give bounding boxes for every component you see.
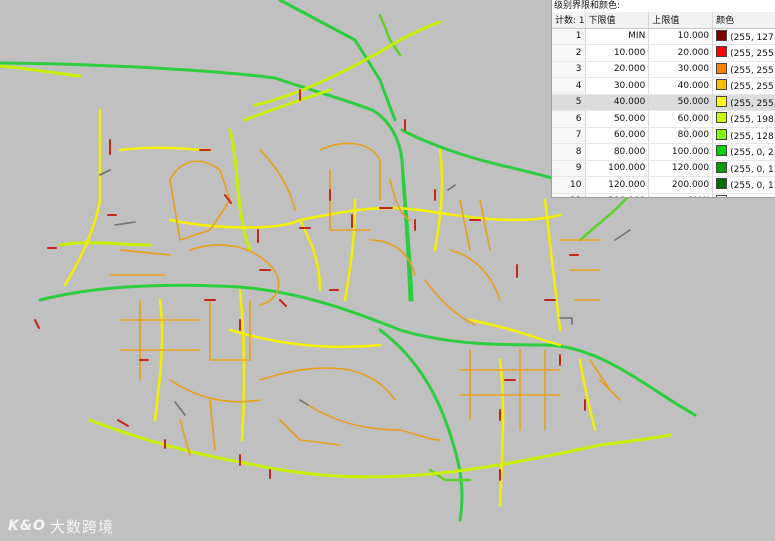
upper-bound: 20.000: [648, 44, 714, 62]
lower-bound: 120.000: [585, 176, 650, 194]
row-index: 1: [552, 28, 586, 45]
class-breaks-table[interactable]: 计数: 11 下限值 上限值 颜色 名 1MIN10.000(255, 127.…: [552, 12, 775, 197]
color-value: (255, 255...: [730, 65, 775, 76]
class-break-row[interactable]: 760.00080.000 (255, 128...: [552, 127, 775, 144]
color-cell[interactable]: (255, 255...: [712, 61, 775, 78]
lower-bound: 100.000: [585, 160, 650, 177]
color-swatch: [716, 46, 728, 58]
class-break-row[interactable]: 210.00020.000 (255, 255...: [552, 44, 775, 62]
color-cell[interactable]: (255, 255...: [712, 77, 775, 95]
color-value: (255, 255...: [730, 98, 775, 109]
color-cell[interactable]: (255, 0, 1...: [712, 160, 775, 177]
color-value: (255, 0, 1...: [730, 164, 775, 175]
color-value: (255, 198...: [730, 115, 775, 126]
color-cell[interactable]: (255, 0, 2...: [712, 143, 775, 161]
row-index: 10: [552, 176, 586, 194]
color-value: (255, 0, 1...: [730, 181, 775, 192]
color-value: (255, 255...: [730, 49, 775, 60]
color-value: (255, 128...: [730, 131, 775, 142]
lower-bound: 30.000: [585, 77, 650, 95]
class-breaks-panel: 级别界限和颜色: 计数: 11 下限值 上限值 颜色 名 1MIN10.000(…: [551, 0, 775, 198]
lower-bound: 200.000: [585, 193, 650, 197]
color-value: (255, 0, 2...: [730, 148, 775, 159]
color-swatch: [716, 194, 728, 197]
lower-bound-header[interactable]: 下限值: [585, 12, 650, 29]
class-break-row[interactable]: 11200.000MAX(255, 255...: [552, 193, 775, 197]
color-cell[interactable]: (255, 0, 1...: [712, 176, 775, 194]
upper-bound: 30.000: [648, 61, 714, 78]
lower-bound: 20.000: [585, 61, 650, 78]
upper-bound-header[interactable]: 上限值: [648, 12, 714, 29]
row-index: 6: [552, 110, 586, 128]
upper-bound: 200.000: [648, 176, 714, 194]
color-swatch: [716, 95, 728, 107]
row-index: 11: [552, 193, 586, 197]
class-break-row[interactable]: 540.00050.000 (255, 255...: [552, 94, 775, 111]
color-cell[interactable]: (255, 128...: [712, 127, 775, 144]
color-value: (255, 127...: [730, 32, 775, 43]
class-break-row[interactable]: 1MIN10.000 (255, 127...: [552, 28, 775, 45]
row-index: 9: [552, 160, 586, 177]
color-swatch: [716, 128, 728, 140]
class-break-row[interactable]: 320.00030.000 (255, 255...: [552, 61, 775, 78]
lower-bound: 60.000: [585, 127, 650, 144]
panel-title: 级别界限和颜色:: [552, 0, 775, 12]
upper-bound: 60.000: [648, 110, 714, 128]
class-break-row[interactable]: 10120.000200.000 (255, 0, 1...: [552, 176, 775, 194]
upper-bound: 50.000: [648, 94, 714, 111]
color-swatch: [716, 112, 728, 124]
color-swatch: [716, 62, 728, 74]
lower-bound: 10.000: [585, 44, 650, 62]
color-cell[interactable]: (255, 255...: [712, 44, 775, 62]
upper-bound: 40.000: [648, 77, 714, 95]
row-index: 4: [552, 77, 586, 95]
class-break-row[interactable]: 9100.000120.000 (255, 0, 1...: [552, 160, 775, 177]
color-cell[interactable]: (255, 198...: [712, 110, 775, 128]
color-value: (255, 255...: [730, 82, 775, 93]
class-break-row[interactable]: 650.00060.000 (255, 198...: [552, 110, 775, 128]
upper-bound: 80.000: [648, 127, 714, 144]
row-index: 7: [552, 127, 586, 144]
watermark: K&O 大数跨境: [8, 516, 114, 536]
color-swatch: [716, 145, 728, 157]
row-index: 8: [552, 143, 586, 161]
brand-name: 大数跨境: [49, 517, 114, 536]
lower-bound: 80.000: [585, 143, 650, 161]
class-break-row[interactable]: 880.000100.000 (255, 0, 2...: [552, 143, 775, 161]
color-cell[interactable]: (255, 255...: [712, 193, 775, 197]
count-header[interactable]: 计数: 11: [552, 12, 586, 29]
local-streets: [109, 142, 621, 456]
row-index: 3: [552, 61, 586, 78]
color-swatch: [716, 178, 728, 190]
upper-bound: MAX: [648, 193, 714, 197]
color-swatch: [716, 79, 728, 91]
brand-logo: K&O: [8, 518, 46, 534]
lower-bound: MIN: [585, 28, 650, 45]
color-swatch: [716, 161, 728, 173]
lower-bound: 50.000: [585, 110, 650, 128]
color-cell[interactable]: (255, 255...: [712, 94, 775, 111]
lower-bound: 40.000: [585, 94, 650, 111]
row-index: 2: [552, 44, 586, 62]
upper-bound: 10.000: [648, 28, 714, 45]
no-data-segments: [99, 169, 631, 416]
color-cell[interactable]: (255, 127...: [712, 28, 775, 45]
upper-bound: 100.000: [648, 143, 714, 161]
color-swatch: [716, 29, 728, 41]
upper-bound: 120.000: [648, 160, 714, 177]
row-index: 5: [552, 94, 586, 111]
color-header[interactable]: 颜色: [712, 12, 775, 29]
class-break-row[interactable]: 430.00040.000 (255, 255...: [552, 77, 775, 95]
